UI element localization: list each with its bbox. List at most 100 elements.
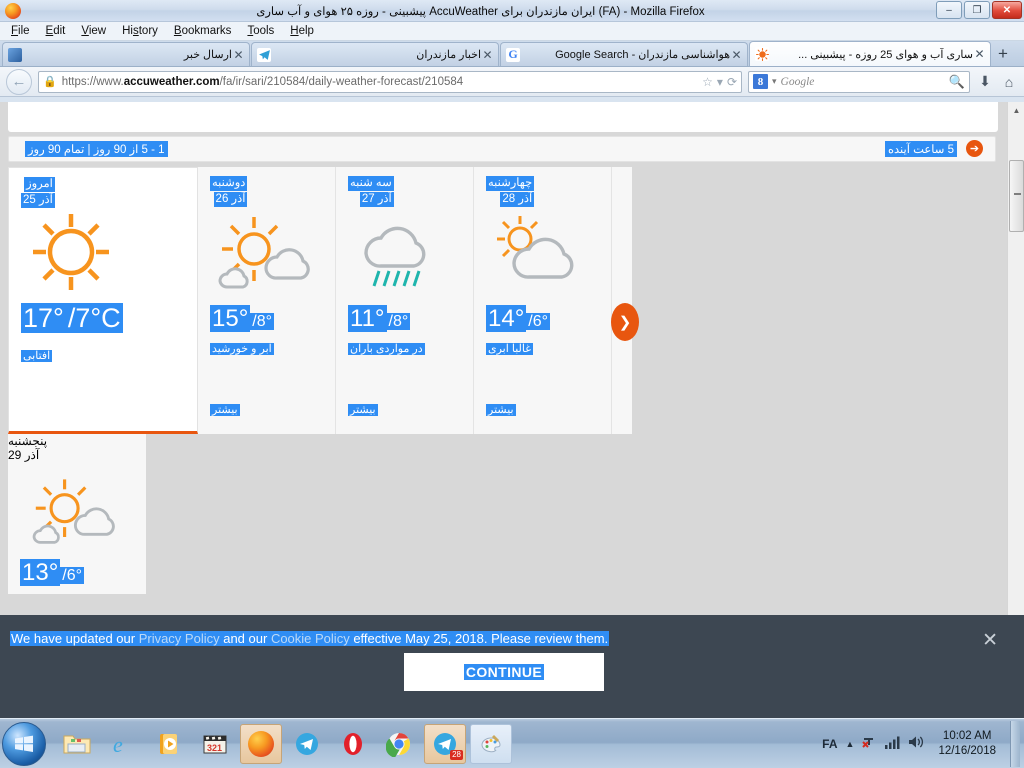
chrome-icon[interactable] — [378, 724, 420, 764]
forecast-cards-row: امروز آذر 25 — [8, 167, 632, 434]
tab-close-icon[interactable]: ✕ — [973, 47, 986, 61]
telegram-icon[interactable] — [286, 724, 328, 764]
windows-start-orb-icon[interactable] — [2, 722, 46, 766]
download-arrow-icon[interactable]: ⬇ — [976, 73, 994, 90]
reload-icon[interactable]: ⟳ — [727, 75, 737, 89]
cookie-policy-link[interactable]: Cookie Policy — [271, 631, 350, 646]
day-label: امروز آذر 25 — [21, 176, 55, 208]
scrollbar-thumb[interactable] — [1009, 160, 1024, 232]
url-text: https://www.accuweather.com/fa/ir/sari/2… — [62, 76, 697, 88]
network-error-icon[interactable] — [862, 735, 877, 752]
arrow-right-circle-icon[interactable]: ➔ — [966, 140, 983, 157]
chevron-right-icon[interactable]: ❯ — [611, 303, 639, 341]
weather-description: در مواردی باران — [348, 341, 425, 355]
continue-button[interactable]: CONTINUE — [404, 653, 604, 691]
tab-close-icon[interactable]: ✕ — [730, 48, 743, 62]
google-icon: G — [506, 48, 520, 62]
chevron-down-icon[interactable]: ▾ — [717, 75, 723, 89]
search-engine-icon[interactable]: 8 — [753, 74, 768, 89]
cookie-banner-text: We have updated our Privacy Policy and o… — [10, 631, 609, 646]
day-date: آذر 29 — [8, 448, 39, 462]
search-input[interactable]: Google — [781, 76, 945, 88]
chevron-down-icon[interactable]: ▾ — [772, 76, 777, 87]
menu-edit[interactable]: Edit — [39, 24, 73, 38]
language-indicator[interactable]: FA — [822, 737, 837, 751]
minimize-button[interactable]: – — [936, 1, 962, 19]
forecast-nav-row: 1 - 5 از 90 روز | تمام 90 روز 5 ساعت آین… — [8, 136, 996, 162]
more-link[interactable]: بیشتر — [486, 402, 516, 416]
svg-text:e: e — [113, 732, 123, 757]
temperature-day3: 11°/8° — [348, 305, 410, 333]
url-bar[interactable]: 🔒 https://www.accuweather.com/fa/ir/sari… — [38, 71, 742, 93]
window-controls: – ❐ ✕ — [936, 1, 1022, 19]
low-temp: /6° — [526, 313, 550, 330]
tab-google-search[interactable]: G هواشناسی مازندران - Google Search ✕ — [500, 42, 748, 66]
forecast-card-today[interactable]: امروز آذر 25 — [8, 167, 198, 434]
menu-view[interactable]: View — [74, 24, 113, 38]
magnifier-icon[interactable]: 🔍 — [949, 74, 965, 90]
menu-tools[interactable]: Tools — [240, 24, 281, 38]
menu-history[interactable]: History — [115, 24, 165, 38]
restore-button[interactable]: ❐ — [964, 1, 990, 19]
clock-date: 12/16/2018 — [938, 744, 996, 759]
show-desktop-button[interactable] — [1010, 721, 1020, 767]
tab-accuweather-forecast[interactable]: ساری آب و هوای 25 روزه - پیشبینی ... ✕ — [749, 41, 991, 66]
firefox-window: پیشبینی - روزه ۲۵ هوای و آب ساری AccuWea… — [0, 0, 1024, 718]
accuweather-sun-icon — [755, 47, 769, 61]
paint-icon[interactable] — [470, 724, 512, 764]
forecast-card-day3[interactable]: سه شنبه آذر 27 — [336, 167, 474, 434]
tab-arsal-khabar[interactable]: ارسال خبر ✕ — [2, 42, 250, 66]
close-button[interactable]: ✕ — [992, 1, 1022, 19]
signal-bars-icon[interactable] — [885, 736, 900, 752]
privacy-policy-link[interactable]: Privacy Policy — [139, 631, 220, 646]
internet-explorer-icon[interactable]: e — [102, 724, 144, 764]
media-player-icon[interactable] — [148, 724, 190, 764]
sun-behind-cloud-icon — [208, 211, 318, 291]
back-arrow-icon[interactable]: ← — [6, 69, 32, 95]
close-icon[interactable]: ✕ — [982, 629, 998, 652]
scroll-up-arrow-icon[interactable]: ▲ — [1008, 102, 1024, 119]
firefox-icon[interactable] — [240, 724, 282, 764]
sun-behind-cloud-icon — [18, 474, 128, 554]
home-icon[interactable]: ⌂ — [1000, 74, 1018, 90]
high-temp: 11° — [348, 305, 387, 332]
menu-help[interactable]: Help — [283, 24, 321, 38]
day-range-label[interactable]: 1 - 5 از 90 روز | تمام 90 روز — [25, 141, 168, 157]
rain-cloud-icon — [346, 211, 456, 291]
star-icon[interactable]: ☆ — [702, 75, 713, 89]
title-bar: پیشبینی - روزه ۲۵ هوای و آب ساری AccuWea… — [0, 0, 1024, 22]
more-link[interactable]: بیشتر — [210, 402, 240, 416]
k-lite-codec-321-icon[interactable]: 321 — [194, 724, 236, 764]
tray-expand-icon[interactable]: ▲ — [846, 739, 855, 749]
opera-icon[interactable] — [332, 724, 374, 764]
day-date: آذر 28 — [500, 192, 534, 207]
windows-taskbar: e 321 — [0, 718, 1024, 768]
search-bar[interactable]: 8 ▾ Google 🔍 — [748, 71, 970, 93]
weather-description: آفتابی — [21, 348, 52, 362]
file-explorer-icon[interactable] — [56, 724, 98, 764]
high-temp: 17° — [21, 303, 66, 333]
day-label: پنجشنبه آذر 29 — [8, 434, 146, 462]
speaker-icon[interactable] — [908, 735, 924, 752]
tab-close-icon[interactable]: ✕ — [232, 48, 245, 62]
hourly-forecast-link[interactable]: 5 ساعت آینده — [885, 141, 957, 157]
low-temp: /6° — [60, 567, 84, 584]
more-link[interactable]: بیشتر — [348, 402, 378, 416]
forecast-card-day4[interactable]: چهارشنبه آذر 28 — [474, 167, 612, 434]
menu-bookmarks[interactable]: Bookmarks — [167, 24, 239, 38]
tab-akhbar-mazandaran[interactable]: اخبار مازندران ✕ — [251, 42, 499, 66]
telegram-icon — [257, 48, 271, 62]
forecast-card-day2[interactable]: دوشنبه آذر 26 — [198, 167, 336, 434]
clock-time: 10:02 AM — [938, 729, 996, 744]
menu-file[interactable]: File — [4, 24, 37, 38]
padlock-icon: 🔒 — [43, 75, 57, 88]
telegram-desktop-icon[interactable]: 28 — [424, 724, 466, 764]
day-name: پنجشنبه — [8, 434, 47, 448]
tab-close-icon[interactable]: ✕ — [481, 48, 494, 62]
tab-title: ساری آب و هوای 25 روزه - پیشبینی ... — [773, 48, 973, 61]
taskbar-clock[interactable]: 10:02 AM 12/16/2018 — [932, 729, 1002, 759]
forecast-card-day5[interactable]: پنجشنبه آذر 29 — [8, 434, 146, 594]
new-tab-button[interactable]: + — [992, 44, 1014, 66]
temperature-day5: 13°/6° — [20, 559, 84, 587]
low-temp: /8° — [387, 313, 411, 330]
